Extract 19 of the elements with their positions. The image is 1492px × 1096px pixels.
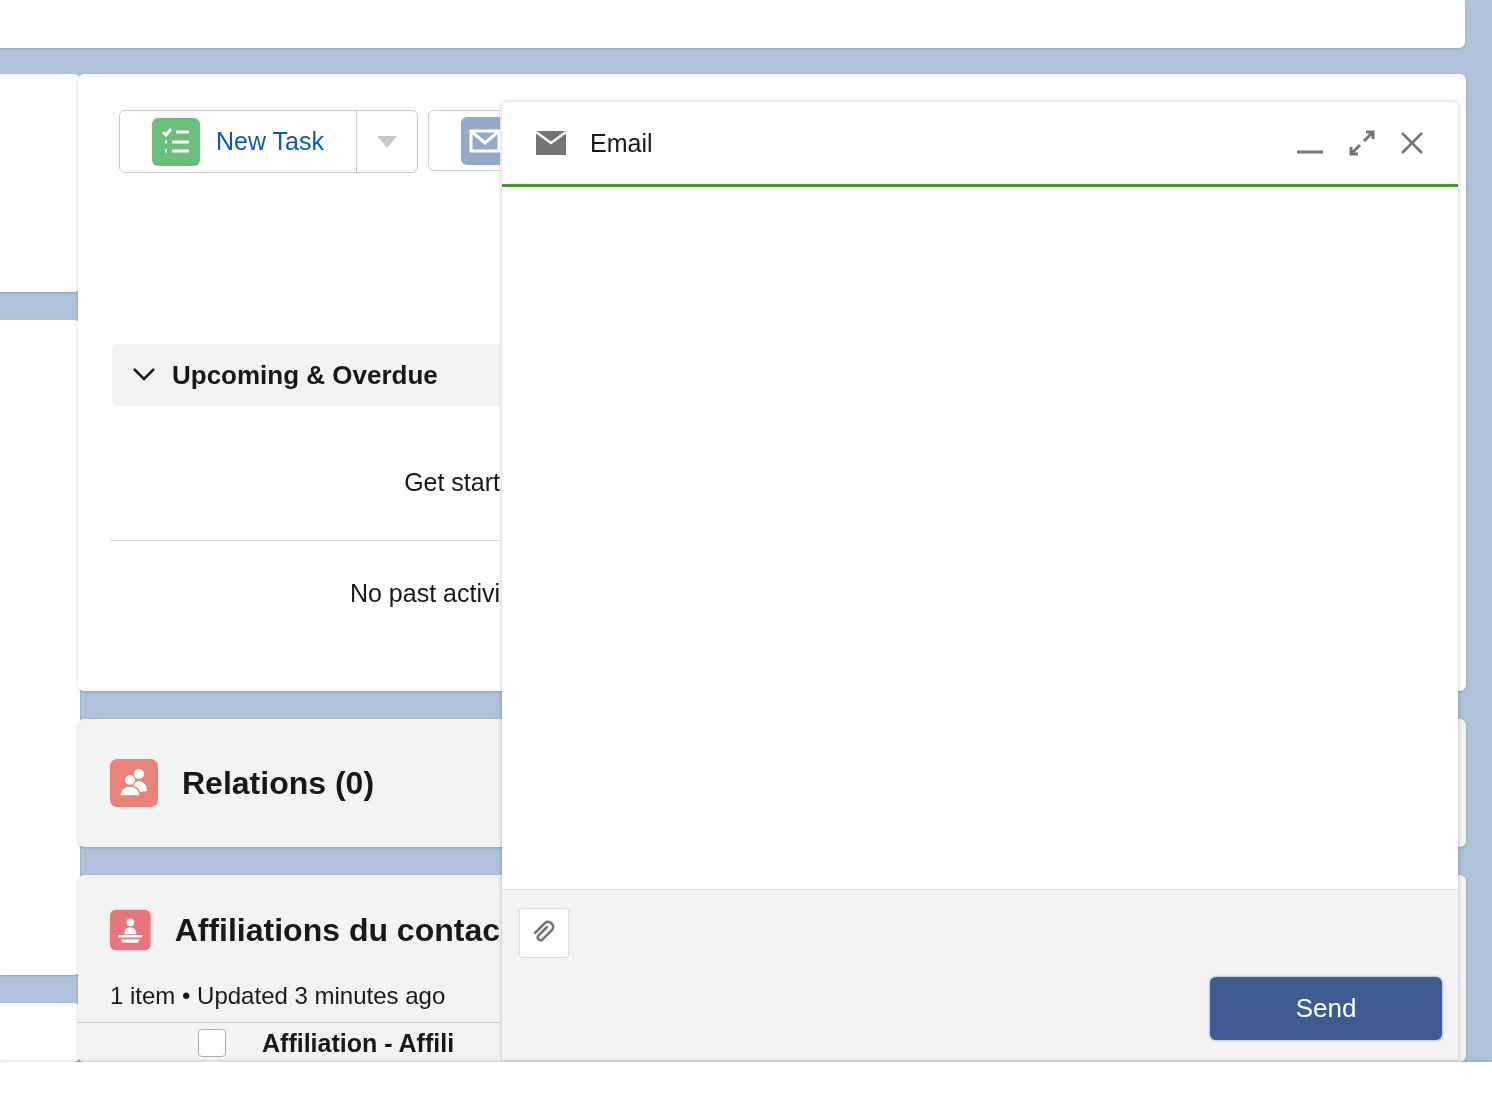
empty-message: No past activi [349, 579, 500, 607]
card-title: Affiliations du contac [174, 911, 500, 949]
section-title: Upcoming & Overdue [172, 359, 438, 391]
envelope-icon [536, 131, 566, 155]
expand-icon[interactable] [1348, 129, 1376, 157]
people-icon [110, 759, 158, 807]
card-meta: 1 item • Updated 3 minutes ago [110, 982, 446, 1009]
empty-message: Get start [404, 468, 500, 496]
envelope-icon [460, 116, 500, 165]
caret-icon [376, 135, 397, 148]
record-link[interactable]: Affiliation - Affili [262, 1028, 455, 1058]
send-button[interactable]: Send [1210, 977, 1442, 1040]
card-title: Relations (0) [182, 764, 375, 802]
attach-button[interactable] [519, 908, 569, 958]
close-icon[interactable] [1400, 131, 1424, 155]
row-checkbox[interactable] [198, 1029, 226, 1057]
panel-title: Email [590, 128, 654, 158]
email-action-button[interactable] [427, 110, 500, 171]
task-list-icon [152, 117, 200, 166]
